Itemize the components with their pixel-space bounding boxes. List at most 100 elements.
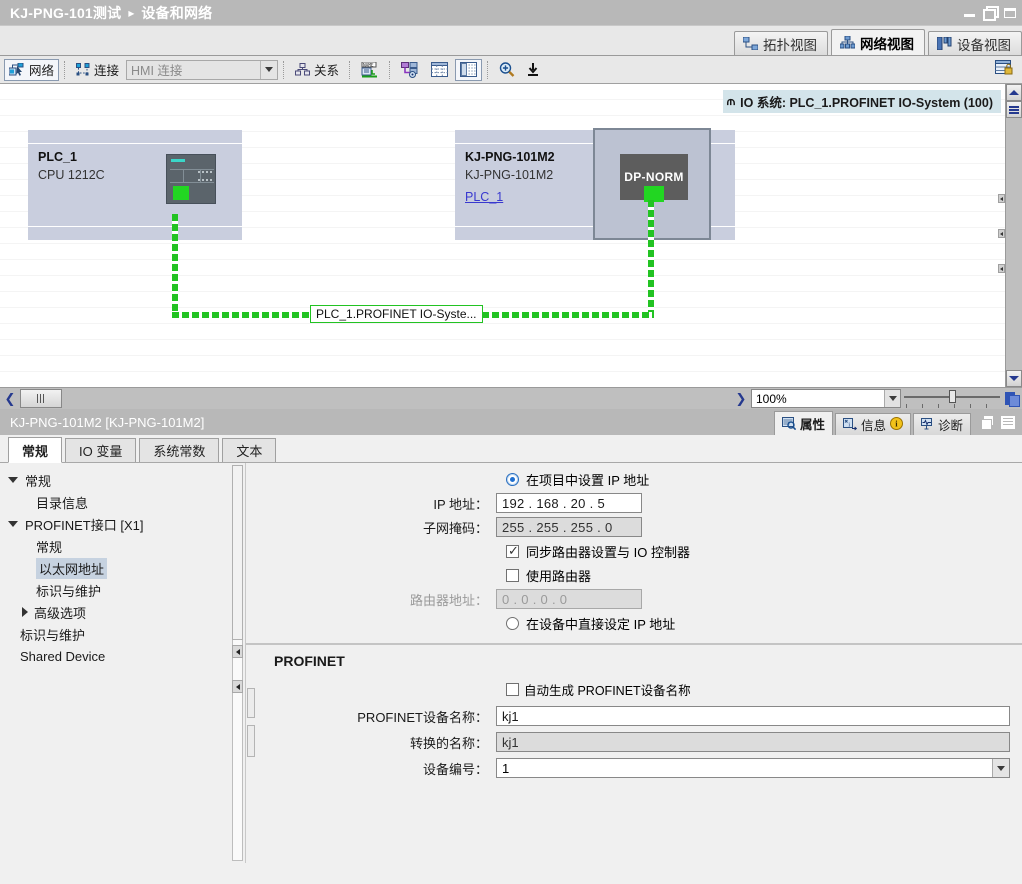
auto-generate-name-checkbox[interactable] <box>506 682 519 696</box>
chevron-right-icon[interactable] <box>22 607 28 617</box>
nav-item-identification-maintenance-pn[interactable]: 标识与维护 <box>0 579 245 601</box>
use-router-checkbox[interactable] <box>506 568 519 582</box>
sheet-tab-io-tags[interactable]: IO 变量 <box>65 438 137 462</box>
nav-item-general[interactable]: 常规 <box>0 469 245 491</box>
close-icon[interactable] <box>1002 5 1018 21</box>
lines-icon[interactable] <box>1001 415 1015 429</box>
nav-item-identification-maintenance[interactable]: 标识与维护 <box>0 623 245 645</box>
grid-view-button[interactable] <box>426 59 453 81</box>
tab-device-view[interactable]: 设备视图 <box>928 31 1022 55</box>
auto-generate-name-label: 自动生成 PROFINET设备名称 <box>524 683 691 698</box>
relation-button[interactable]: 关系 <box>290 59 344 81</box>
tab-diagnostics[interactable]: 诊断 <box>912 413 971 435</box>
nav-scroll-thumb[interactable] <box>232 465 243 640</box>
zoom-slider-knob[interactable] <box>949 390 956 403</box>
subnet-mask-label: 子网掩码： <box>422 520 488 536</box>
sheet-tab-general[interactable]: 常规 <box>8 437 63 463</box>
device-labels: PLC_1 CPU 1212C <box>28 144 105 226</box>
nav-item-advanced-options[interactable]: 高级选项 <box>0 601 245 623</box>
chevron-down-icon[interactable] <box>8 521 18 527</box>
nav-item-catalog-info[interactable]: 目录信息 <box>0 491 245 513</box>
scroll-strip-box[interactable] <box>247 688 255 718</box>
set-ip-in-device-radio[interactable] <box>506 616 519 630</box>
nav-scroll-left-arrow-2[interactable] <box>232 680 243 693</box>
dp-norm-module[interactable]: DP-NORM <box>620 154 688 202</box>
content-left-scroll-strip[interactable] <box>246 463 256 863</box>
scroll-down-button[interactable] <box>1006 370 1022 387</box>
ip-protocol-section: 在项目中设置 IP 地址 IP 地址： 192 . 168 . 20 . 5 子… <box>246 463 1022 635</box>
breadcrumb-project[interactable]: KJ-PNG-101测试 <box>10 3 121 23</box>
download-button[interactable] <box>522 59 544 81</box>
set-ip-in-project-label: 在项目中设置 IP 地址 <box>526 472 650 488</box>
zoom-in-button[interactable] <box>494 59 520 81</box>
device-number-combo[interactable]: 1 <box>496 758 1010 778</box>
device-body: PLC_1 CPU 1212C <box>28 144 242 226</box>
scroll-right-button[interactable]: ❯ <box>732 389 750 408</box>
sheet-tab-texts[interactable]: 文本 <box>222 438 277 462</box>
zoom-level-value: 100% <box>756 391 787 406</box>
chevron-down-icon[interactable] <box>8 477 18 483</box>
set-ip-in-project-radio[interactable] <box>506 472 519 486</box>
connection-type-combo[interactable]: HMI 连接 <box>126 59 279 80</box>
table-lock-icon[interactable] <box>995 60 1014 79</box>
sheet-tab-system-constants[interactable]: 系统常数 <box>139 438 220 462</box>
edge-handle-icon[interactable] <box>998 264 1005 273</box>
address-overview-button[interactable] <box>396 59 424 81</box>
name-assign-icon: NAME <box>361 61 378 77</box>
use-router-label: 使用路由器 <box>526 568 592 584</box>
nav-item-profinet-interface[interactable]: PROFINET接口 [X1] <box>0 513 245 535</box>
zoom-level-combo[interactable]: 100% <box>751 389 901 408</box>
converted-name-row: 转换的名称： kj1 <box>246 729 1022 755</box>
tab-properties[interactable]: 属性 <box>773 411 833 435</box>
profinet-device-name-field[interactable]: kj1 <box>496 706 1010 726</box>
edge-handle-icon[interactable] <box>998 194 1005 203</box>
zoom-slider[interactable] <box>902 389 1002 408</box>
device-assigned-controller-link[interactable]: PLC_1 <box>465 188 503 206</box>
canvas-vertical-scrollbar[interactable] <box>1005 84 1022 387</box>
scroll-menu-button[interactable] <box>1006 101 1022 118</box>
scroll-track[interactable] <box>1006 118 1022 370</box>
ip-address-field[interactable]: 192 . 168 . 20 . 5 <box>496 493 642 513</box>
nav-item-pn-general[interactable]: 常规 <box>0 535 245 557</box>
connection-mode-button[interactable]: 连接 <box>71 59 124 81</box>
network-mode-button[interactable]: 网络 <box>4 58 60 81</box>
io-system-line-vertical-left <box>172 214 178 318</box>
breadcrumb-page[interactable]: 设备和网络 <box>141 3 212 23</box>
ip-address-row: IP 地址： 192 . 168 . 20 . 5 <box>246 491 1022 515</box>
network-canvas[interactable]: ⫙ IO 系统: PLC_1.PROFINET IO-System (100) … <box>0 84 1005 387</box>
info-badge-icon: i <box>889 416 903 433</box>
nav-scroll-left-arrow[interactable] <box>232 645 243 658</box>
canvas-status-bar: ❮ ❯ 100% <box>0 387 1022 409</box>
horizontal-scroll-thumb[interactable] <box>20 389 62 408</box>
nav-vertical-scrollbar[interactable] <box>232 465 243 861</box>
scroll-strip-box[interactable] <box>247 725 255 757</box>
edge-handle-icon[interactable] <box>998 229 1005 238</box>
nav-item-shared-device[interactable]: Shared Device <box>0 645 245 667</box>
tab-topology-view[interactable]: 拓扑视图 <box>734 31 828 55</box>
overview-toggle-icon[interactable] <box>1003 390 1021 408</box>
tab-network-view[interactable]: 网络视图 <box>831 29 925 55</box>
assign-name-button[interactable]: NAME <box>356 59 384 81</box>
stack-icon[interactable] <box>981 415 995 430</box>
page-layout-button[interactable] <box>455 58 483 81</box>
toolbar-separator <box>283 60 285 79</box>
scroll-left-button[interactable]: ❮ <box>1 389 19 408</box>
scroll-up-button[interactable] <box>1006 84 1022 101</box>
toolbar-separator <box>487 60 489 79</box>
io-system-line-label[interactable]: PLC_1.PROFINET IO-Syste... <box>310 305 483 323</box>
chevron-down-icon[interactable] <box>884 390 900 407</box>
device-block-plc1[interactable]: PLC_1 CPU 1212C <box>28 130 242 240</box>
connection-icon <box>76 62 90 75</box>
restore-icon[interactable] <box>982 5 999 21</box>
sync-router-checkbox[interactable] <box>506 543 519 559</box>
network-icon <box>840 36 855 49</box>
chevron-down-icon[interactable] <box>992 759 1009 777</box>
nav-item-ethernet-address[interactable]: 以太网地址 <box>0 557 245 579</box>
horizontal-scroll-track[interactable] <box>63 389 731 408</box>
chevron-down-icon[interactable] <box>260 60 278 79</box>
minimize-icon[interactable] <box>962 5 978 21</box>
dp-norm-label: DP-NORM <box>624 170 684 184</box>
tab-info[interactable]: i 信息 i <box>834 413 911 435</box>
view-tab-bar: 拓扑视图 网络视图 设备视图 <box>0 26 1022 56</box>
subnet-mask-field[interactable]: 255 . 255 . 255 . 0 <box>496 517 642 537</box>
